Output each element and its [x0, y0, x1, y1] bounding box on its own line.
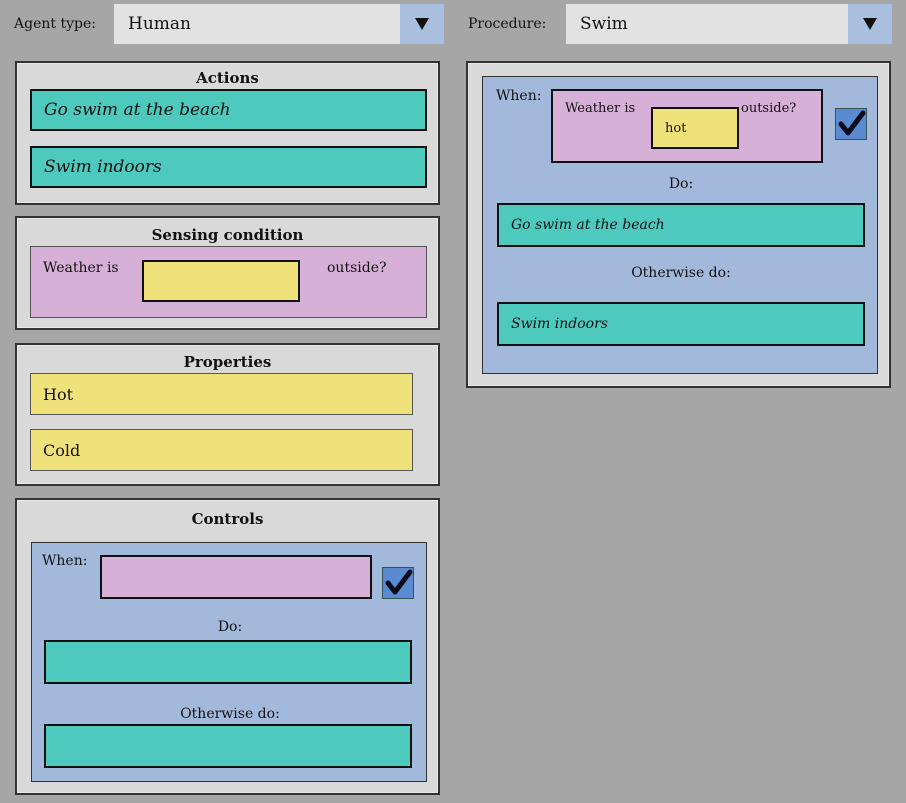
- sensing-value-slot[interactable]: [142, 260, 300, 302]
- sensing-prefix: Weather is: [43, 260, 119, 276]
- controls-if-block[interactable]: When: Do: Otherwise do:: [31, 542, 427, 782]
- controls-checkbox[interactable]: [382, 567, 414, 599]
- procedure-cond-prefix: Weather is: [565, 101, 636, 116]
- checkmark-icon: [838, 110, 866, 136]
- action-swim-indoors[interactable]: Swim indoors: [30, 146, 427, 188]
- action-go-swim-beach[interactable]: Go swim at the beach: [30, 89, 427, 131]
- controls-when-label: When:: [42, 553, 88, 569]
- procedure-cond-suffix: outside?: [741, 101, 797, 116]
- properties-panel: Properties Hot Cold: [15, 343, 440, 486]
- procedure-dropdown-button[interactable]: [848, 4, 892, 44]
- sensing-suffix: outside?: [327, 260, 387, 276]
- procedure-if-block[interactable]: When: Weather is hot outside? Do: Go swi…: [482, 76, 878, 374]
- procedure-cond-value: hot: [665, 121, 687, 136]
- properties-title: Properties: [183, 353, 272, 371]
- procedure-otherwise-label: Otherwise do:: [631, 265, 731, 281]
- dropdown-triangle-icon: [863, 18, 877, 30]
- actions-panel: Actions Go swim at the beach Swim indoor…: [15, 61, 440, 205]
- agent-type-select[interactable]: Human: [114, 4, 444, 44]
- controls-otherwise-slot[interactable]: [44, 724, 412, 768]
- agent-type-dropdown-button[interactable]: [400, 4, 444, 44]
- controls-do-label: Do:: [217, 619, 243, 635]
- controls-title: Controls: [191, 510, 264, 528]
- procedure-select[interactable]: Swim: [566, 4, 892, 44]
- procedure-do-action[interactable]: Go swim at the beach: [497, 203, 865, 247]
- agent-type-value: Human: [128, 14, 191, 34]
- property-hot[interactable]: Hot: [30, 373, 413, 415]
- procedure-cond-value-slot[interactable]: hot: [651, 107, 739, 149]
- actions-title: Actions: [196, 69, 259, 87]
- procedure-body-panel: When: Weather is hot outside? Do: Go swi…: [466, 61, 891, 388]
- procedure-otherwise-action[interactable]: Swim indoors: [497, 302, 865, 346]
- sensing-condition-panel: Sensing condition Weather is outside?: [15, 216, 440, 330]
- controls-otherwise-label: Otherwise do:: [180, 706, 280, 722]
- procedure-when-label: When:: [496, 88, 542, 104]
- procedure-checkbox[interactable]: [835, 108, 867, 140]
- procedure-value: Swim: [580, 14, 628, 34]
- procedure-label: Procedure:: [468, 16, 547, 32]
- checkmark-icon: [385, 569, 413, 595]
- agent-type-label: Agent type:: [14, 16, 96, 32]
- controls-do-slot[interactable]: [44, 640, 412, 684]
- controls-panel: Controls When: Do: Otherwise do:: [15, 498, 440, 795]
- controls-when-slot[interactable]: [100, 555, 372, 599]
- sensing-condition-block[interactable]: Weather is outside?: [30, 246, 427, 318]
- dropdown-triangle-icon: [415, 18, 429, 30]
- sensing-title: Sensing condition: [151, 226, 304, 244]
- property-cold[interactable]: Cold: [30, 429, 413, 471]
- procedure-do-label: Do:: [668, 176, 694, 192]
- procedure-condition-block[interactable]: Weather is hot outside?: [551, 89, 823, 163]
